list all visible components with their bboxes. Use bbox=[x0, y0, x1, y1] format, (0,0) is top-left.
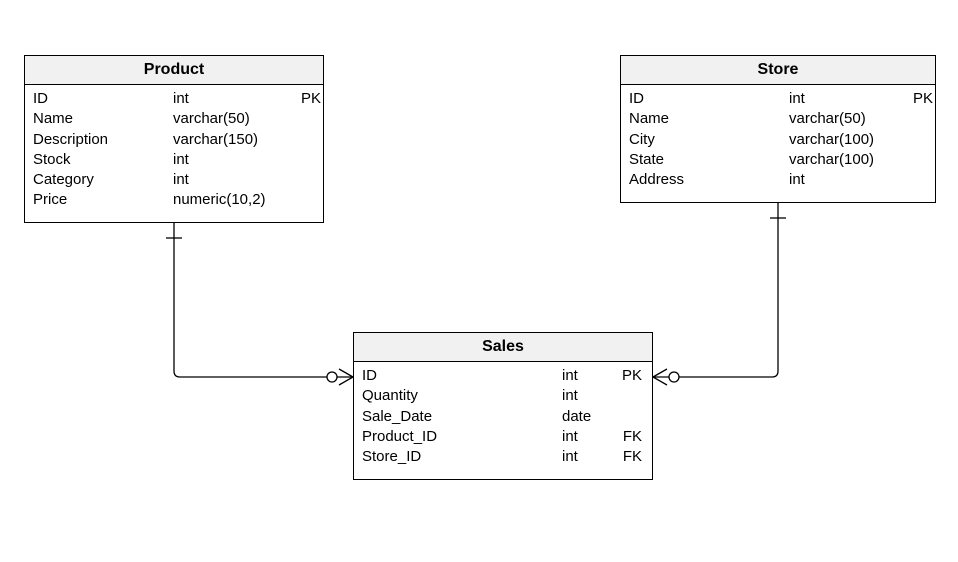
entity-product-columns: ID int PK Name varchar(50) Description v… bbox=[25, 85, 323, 219]
column-type: varchar(50) bbox=[173, 109, 293, 129]
column-type: varchar(150) bbox=[173, 130, 293, 150]
connector-product-sales bbox=[166, 223, 353, 385]
column-type: date bbox=[562, 407, 606, 427]
column-type: int bbox=[789, 170, 905, 190]
column-name: Store_ID bbox=[362, 447, 562, 467]
column-key: PK bbox=[606, 366, 642, 386]
connector-store-sales bbox=[653, 203, 786, 385]
column-name: ID bbox=[33, 89, 173, 109]
entity-sales: Sales ID int PK Quantity int Sale_Date d… bbox=[353, 332, 653, 480]
table-row: Name varchar(50) bbox=[629, 109, 927, 129]
column-type: int bbox=[562, 386, 606, 406]
table-row: ID int PK bbox=[33, 89, 315, 109]
column-name: Sale_Date bbox=[362, 407, 562, 427]
column-type: int bbox=[562, 366, 606, 386]
column-type: varchar(50) bbox=[789, 109, 905, 129]
table-row: Name varchar(50) bbox=[33, 109, 315, 129]
table-row: Store_ID int FK bbox=[362, 447, 644, 467]
column-type: numeric(10,2) bbox=[173, 190, 293, 210]
column-type: varchar(100) bbox=[789, 130, 905, 150]
column-type: int bbox=[173, 150, 293, 170]
column-name: Price bbox=[33, 190, 173, 210]
table-row: Product_ID int FK bbox=[362, 427, 644, 447]
table-row: State varchar(100) bbox=[629, 150, 927, 170]
column-key: FK bbox=[606, 447, 642, 467]
column-key: PK bbox=[905, 89, 933, 109]
column-name: ID bbox=[629, 89, 789, 109]
table-row: ID int PK bbox=[362, 366, 644, 386]
column-type: int bbox=[173, 89, 293, 109]
column-key: PK bbox=[293, 89, 321, 109]
table-row: Price numeric(10,2) bbox=[33, 190, 315, 210]
entity-sales-columns: ID int PK Quantity int Sale_Date date Pr… bbox=[354, 362, 652, 475]
column-name: Quantity bbox=[362, 386, 562, 406]
table-row: Address int bbox=[629, 170, 927, 190]
entity-product-title: Product bbox=[25, 56, 323, 85]
column-name: Stock bbox=[33, 150, 173, 170]
column-type: int bbox=[789, 89, 905, 109]
column-name: City bbox=[629, 130, 789, 150]
column-type: varchar(100) bbox=[789, 150, 905, 170]
column-key: FK bbox=[606, 427, 642, 447]
column-name: State bbox=[629, 150, 789, 170]
entity-store: Store ID int PK Name varchar(50) City va… bbox=[620, 55, 936, 203]
column-name: Description bbox=[33, 130, 173, 150]
table-row: Description varchar(150) bbox=[33, 130, 315, 150]
column-name: ID bbox=[362, 366, 562, 386]
column-name: Category bbox=[33, 170, 173, 190]
entity-sales-title: Sales bbox=[354, 333, 652, 362]
table-row: City varchar(100) bbox=[629, 130, 927, 150]
column-type: int bbox=[562, 427, 606, 447]
table-row: Stock int bbox=[33, 150, 315, 170]
column-name: Address bbox=[629, 170, 789, 190]
column-name: Name bbox=[33, 109, 173, 129]
table-row: Sale_Date date bbox=[362, 407, 644, 427]
table-row: ID int PK bbox=[629, 89, 927, 109]
table-row: Quantity int bbox=[362, 386, 644, 406]
column-type: int bbox=[173, 170, 293, 190]
column-name: Name bbox=[629, 109, 789, 129]
entity-store-title: Store bbox=[621, 56, 935, 85]
column-type: int bbox=[562, 447, 606, 467]
table-row: Category int bbox=[33, 170, 315, 190]
column-name: Product_ID bbox=[362, 427, 562, 447]
entity-product: Product ID int PK Name varchar(50) Descr… bbox=[24, 55, 324, 223]
entity-store-columns: ID int PK Name varchar(50) City varchar(… bbox=[621, 85, 935, 198]
